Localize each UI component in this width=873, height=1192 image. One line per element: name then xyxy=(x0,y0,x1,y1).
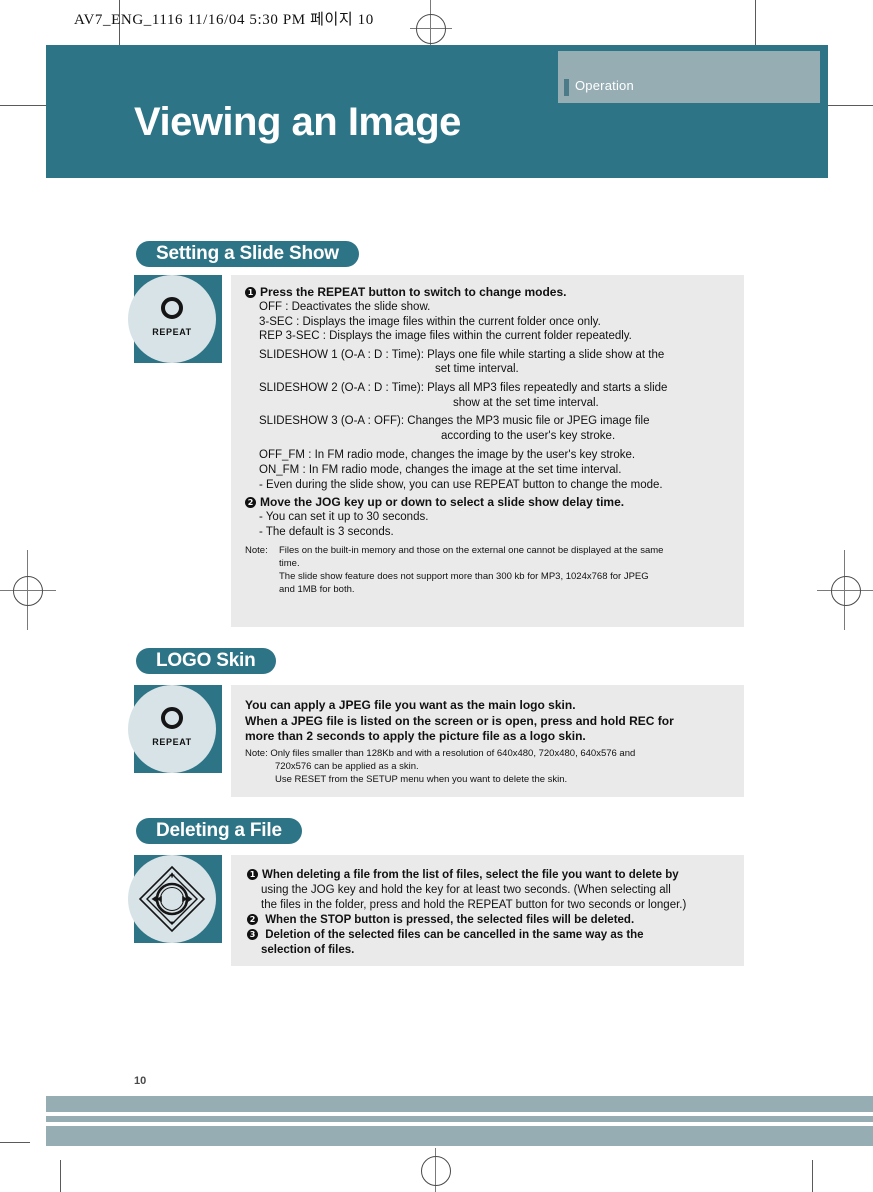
deleting-step-1: 1 When deleting a file from the list of f… xyxy=(247,868,732,883)
registration-mark-bottom-center xyxy=(405,1148,465,1192)
crop-line-bottom-right-v xyxy=(812,1160,813,1192)
delete-step-bullet-1-icon: 1 xyxy=(247,869,258,880)
deleting-step-1-line2: using the JOG key and hold the key for a… xyxy=(261,884,671,896)
jog-key-icon xyxy=(128,855,216,943)
logo-skin-note-1: Note: Only files smaller than 128Kb and … xyxy=(245,747,636,759)
page-number: 10 xyxy=(134,1075,147,1087)
slideshow-dash-2: - You can set it up to 30 seconds. xyxy=(259,511,429,524)
slideshow-step-2: 2 Move the JOG key up or down to select a… xyxy=(245,494,732,510)
slideshow-mode-3-cont: according to the user's key stroke. xyxy=(441,429,616,442)
slideshow-note-dash-1: - Even during the slide show, you can us… xyxy=(259,478,663,491)
repeat-ring-icon-2 xyxy=(161,707,183,729)
crop-line-bottom-left-h xyxy=(0,1142,30,1143)
logo-skin-note-3: Use RESET from the SETUP menu when you w… xyxy=(275,773,568,785)
crop-line-bottom-left-v xyxy=(60,1160,61,1192)
block-deleting: 1 When deleting a file from the list of f… xyxy=(128,855,744,966)
deleting-step-1-line3: the files in the folder, press and hold … xyxy=(261,899,687,911)
slideshow-text-panel: 1 Press the REPEAT button to switch to ch… xyxy=(231,275,744,627)
slideshow-mode-2: SLIDESHOW 2 (O-A : D : Time): Plays all … xyxy=(259,381,668,394)
slideshow-mode-off: OFF : Deactivates the slide show. xyxy=(259,301,431,313)
delete-step-bullet-3-icon: 3 xyxy=(247,929,258,940)
print-filestamp: AV7_ENG_1116 11/16/04 5:30 PM 페이지 10 xyxy=(74,12,374,28)
section-tab-operation: Operation xyxy=(558,51,820,103)
slideshow-mode-2-cont: show at the set time interval. xyxy=(453,396,599,409)
block-logo-skin: REPEAT You can apply a JPEG file you wan… xyxy=(128,685,744,797)
section-heading-logo-skin-label: LOGO Skin xyxy=(156,650,256,671)
footer-bar-1 xyxy=(46,1096,873,1112)
deleting-step-3: 3 Deletion of the selected files can be … xyxy=(247,928,732,943)
step-bullet-1-icon: 1 xyxy=(245,287,256,298)
footer-bar-2 xyxy=(46,1116,873,1122)
slideshow-step-1: 1 Press the REPEAT button to switch to ch… xyxy=(245,284,732,300)
deleting-step-3-line2: selection of files. xyxy=(261,944,355,956)
slideshow-mode-1: SLIDESHOW 1 (O-A : D : Time): Plays one … xyxy=(259,348,665,361)
repeat-icon-label: REPEAT xyxy=(152,327,192,337)
slideshow-note-text-1: Files on the built-in memory and those o… xyxy=(279,545,664,557)
section-heading-slideshow: Setting a Slide Show xyxy=(136,241,359,267)
step-bullet-2-icon: 2 xyxy=(245,497,256,509)
section-heading-slideshow-label: Setting a Slide Show xyxy=(156,243,339,264)
registration-mark-left xyxy=(0,545,70,635)
slideshow-mode-3: SLIDESHOW 3 (O-A : OFF): Changes the MP3… xyxy=(259,415,650,428)
slideshow-mode-off-fm: OFF_FM : In FM radio mode, changes the i… xyxy=(259,449,636,462)
deleting-text-panel: 1 When deleting a file from the list of f… xyxy=(231,855,744,966)
logo-skin-text-panel: You can apply a JPEG file you want as th… xyxy=(231,685,744,797)
logo-skin-line-3: more than 2 seconds to apply the picture… xyxy=(245,729,586,743)
page-title: Viewing an Image xyxy=(134,100,461,144)
page-masthead: Operation Viewing an Image xyxy=(46,45,828,178)
slideshow-note-text-4: and 1MB for both. xyxy=(279,584,355,596)
delete-step-bullet-2-icon: 2 xyxy=(247,914,258,925)
logo-skin-line-2: When a JPEG file is listed on the screen… xyxy=(245,713,674,728)
logo-skin-note-2: 720x576 can be applied as a skin. xyxy=(275,760,419,772)
slideshow-mode-on-fm: ON_FM : In FM radio mode, changes the im… xyxy=(259,463,622,476)
slideshow-note-row-1: Note: Files on the built-in memory and t… xyxy=(245,544,732,557)
logo-skin-line-1: You can apply a JPEG file you want as th… xyxy=(245,698,576,712)
slideshow-mode-rep3sec: REP 3-SEC : Displays the image files wit… xyxy=(259,330,632,343)
deleting-step-2: 2 When the STOP button is pressed, the s… xyxy=(247,913,732,928)
tab-accent-bar xyxy=(564,79,569,96)
repeat-ring-icon xyxy=(161,297,183,319)
repeat-button-icon-2: REPEAT xyxy=(128,685,216,773)
slideshow-note-text-3: The slide show feature does not support … xyxy=(279,571,649,583)
registration-mark-right xyxy=(803,545,873,635)
slideshow-mode-3sec: 3-SEC : Displays the image files within … xyxy=(259,315,601,328)
tab-label: Operation xyxy=(575,78,634,93)
section-heading-logo-skin: LOGO Skin xyxy=(136,648,276,674)
slideshow-note-text-2: time. xyxy=(279,558,300,570)
section-heading-deleting-label: Deleting a File xyxy=(156,820,282,841)
repeat-button-icon: REPEAT xyxy=(128,275,216,363)
jog-key-glyph xyxy=(138,865,206,933)
slideshow-mode-1-cont: set time interval. xyxy=(435,363,519,376)
slideshow-dash-3: - The default is 3 seconds. xyxy=(259,525,394,538)
footer-bar-3 xyxy=(46,1126,873,1146)
section-heading-deleting: Deleting a File xyxy=(136,818,302,844)
block-slideshow: REPEAT 1 Press the REPEAT button to switc… xyxy=(128,275,744,627)
repeat-icon-label-2: REPEAT xyxy=(152,737,192,747)
slideshow-note-label: Note: xyxy=(245,545,268,557)
